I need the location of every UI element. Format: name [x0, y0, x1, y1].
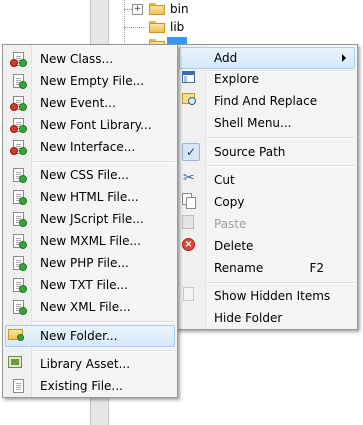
menu-item-new-font-library[interactable]: New Font Library...: [5, 114, 175, 136]
new-xml-file-icon: [10, 299, 27, 315]
menu-separator: [207, 165, 355, 167]
menu-item-explore[interactable]: Explore: [179, 68, 355, 90]
menu-item-new-xml-file[interactable]: New XML File...: [5, 296, 175, 318]
new-class-icon: [10, 51, 27, 67]
tree-node-label: bin: [170, 2, 189, 16]
new-jscript-file-icon: [10, 211, 27, 227]
menu-item-label: Shell Menu...: [214, 116, 292, 130]
menu-item-hide-folder[interactable]: Hide Folder: [179, 307, 355, 329]
tree-connector: [124, 27, 146, 28]
menu-item-new-html-file[interactable]: New HTML File...: [5, 186, 175, 208]
menu-item-label: New Empty File...: [40, 74, 145, 88]
menu-item-label: New Class...: [40, 52, 114, 66]
menu-item-new-event[interactable]: New Event...: [5, 92, 175, 114]
folder-icon: [149, 21, 165, 33]
menu-item-label: Paste: [214, 217, 247, 231]
menu-item-find-replace[interactable]: Find And Replace: [179, 90, 355, 112]
menu-item-label: New HTML File...: [40, 190, 139, 204]
menu-item-label: New PHP File...: [40, 256, 129, 270]
menu-separator: [33, 321, 175, 323]
add-submenu: New Class... New Empty File... New Event…: [2, 44, 178, 398]
new-event-icon: [10, 95, 27, 111]
tree-node-lib[interactable]: lib: [149, 18, 184, 36]
expand-icon[interactable]: +: [132, 3, 143, 15]
hidden-items-icon: [183, 287, 194, 301]
menu-item-new-txt-file[interactable]: New TXT File...: [5, 274, 175, 296]
menu-item-new-mxml-file[interactable]: New MXML File...: [5, 230, 175, 252]
new-css-file-icon: [10, 167, 27, 183]
menu-item-label: Copy: [214, 195, 245, 209]
new-txt-file-icon: [10, 277, 27, 293]
scissors-icon: ✂: [183, 170, 195, 186]
menu-item-new-jscript-file[interactable]: New JScript File...: [5, 208, 175, 230]
tree-connector: [124, 0, 125, 45]
menu-item-label: Hide Folder: [214, 311, 283, 325]
existing-file-icon: [10, 378, 26, 394]
menu-item-label: New Folder...: [40, 329, 118, 343]
find-replace-icon: [182, 93, 196, 105]
menu-item-new-css-file[interactable]: New CSS File...: [5, 164, 175, 186]
library-asset-icon: [8, 356, 22, 368]
tree-node-bin[interactable]: + bin: [132, 0, 189, 18]
menu-item-new-interface[interactable]: New Interface...: [5, 136, 175, 158]
menu-item-label: Delete: [214, 239, 254, 253]
context-menu: Add Explore Find And Replace Shell Menu.…: [176, 44, 358, 330]
menu-item-label: New Event...: [40, 96, 116, 110]
menu-item-paste[interactable]: Paste: [179, 213, 355, 235]
menu-item-cut[interactable]: ✂ Cut: [179, 169, 355, 191]
menu-item-label: New CSS File...: [40, 168, 129, 182]
menu-item-shell-menu[interactable]: Shell Menu...: [179, 112, 355, 134]
new-mxml-file-icon: [10, 233, 27, 249]
menu-item-add[interactable]: Add: [179, 47, 355, 69]
new-font-library-icon: [10, 117, 27, 133]
menu-item-new-empty-file[interactable]: New Empty File...: [5, 70, 175, 92]
menu-item-label: Existing File...: [40, 379, 123, 393]
menu-item-label: New JScript File...: [40, 212, 144, 226]
menu-item-label: Explore: [214, 72, 260, 86]
new-php-file-icon: [10, 255, 27, 271]
menu-item-label: New MXML File...: [40, 234, 141, 248]
folder-icon: [149, 3, 165, 15]
shortcut-label: F2: [309, 261, 324, 275]
menu-item-new-php-file[interactable]: New PHP File...: [5, 252, 175, 274]
menu-item-source-path[interactable]: ✓ Source Path: [179, 141, 355, 163]
menu-item-label: Cut: [214, 173, 235, 187]
menu-separator: [33, 161, 175, 163]
menu-item-show-hidden[interactable]: Show Hidden Items: [179, 285, 355, 307]
submenu-arrow-icon: [342, 54, 346, 62]
window-icon: [182, 71, 195, 83]
menu-item-label: Add: [214, 51, 238, 65]
menu-item-rename[interactable]: Rename F2: [179, 257, 355, 279]
delete-icon: ×: [182, 238, 195, 251]
new-folder-icon: [8, 329, 24, 341]
menu-item-delete[interactable]: × Delete: [179, 235, 355, 257]
menu-item-copy[interactable]: Copy: [179, 191, 355, 213]
menu-item-label: Source Path: [214, 145, 286, 159]
menu-item-label: New Font Library...: [40, 118, 152, 132]
menu-item-label: Library Asset...: [40, 357, 131, 371]
menu-item-label: New XML File...: [40, 300, 131, 314]
menu-item-label: New TXT File...: [40, 278, 128, 292]
menu-separator: [33, 350, 175, 352]
menu-item-label: Rename: [214, 261, 264, 275]
menu-item-label: Find And Replace: [214, 94, 318, 108]
new-interface-icon: [10, 139, 27, 155]
menu-separator: [207, 137, 355, 139]
new-file-icon: [10, 73, 27, 89]
menu-item-existing-file[interactable]: Existing File...: [5, 375, 175, 397]
menu-item-label: New Interface...: [40, 140, 136, 154]
menu-item-new-class[interactable]: New Class...: [5, 48, 175, 70]
copy-icon: [182, 193, 196, 209]
menu-item-new-folder[interactable]: New Folder...: [5, 325, 175, 347]
menu-separator: [207, 282, 355, 284]
new-html-file-icon: [10, 189, 27, 205]
menu-item-label: Show Hidden Items: [214, 289, 331, 303]
paste-icon: [182, 215, 194, 229]
tree-node-label: lib: [170, 20, 185, 34]
checkmark-icon: ✓: [182, 143, 200, 161]
menu-item-library-asset[interactable]: Library Asset...: [5, 353, 175, 375]
